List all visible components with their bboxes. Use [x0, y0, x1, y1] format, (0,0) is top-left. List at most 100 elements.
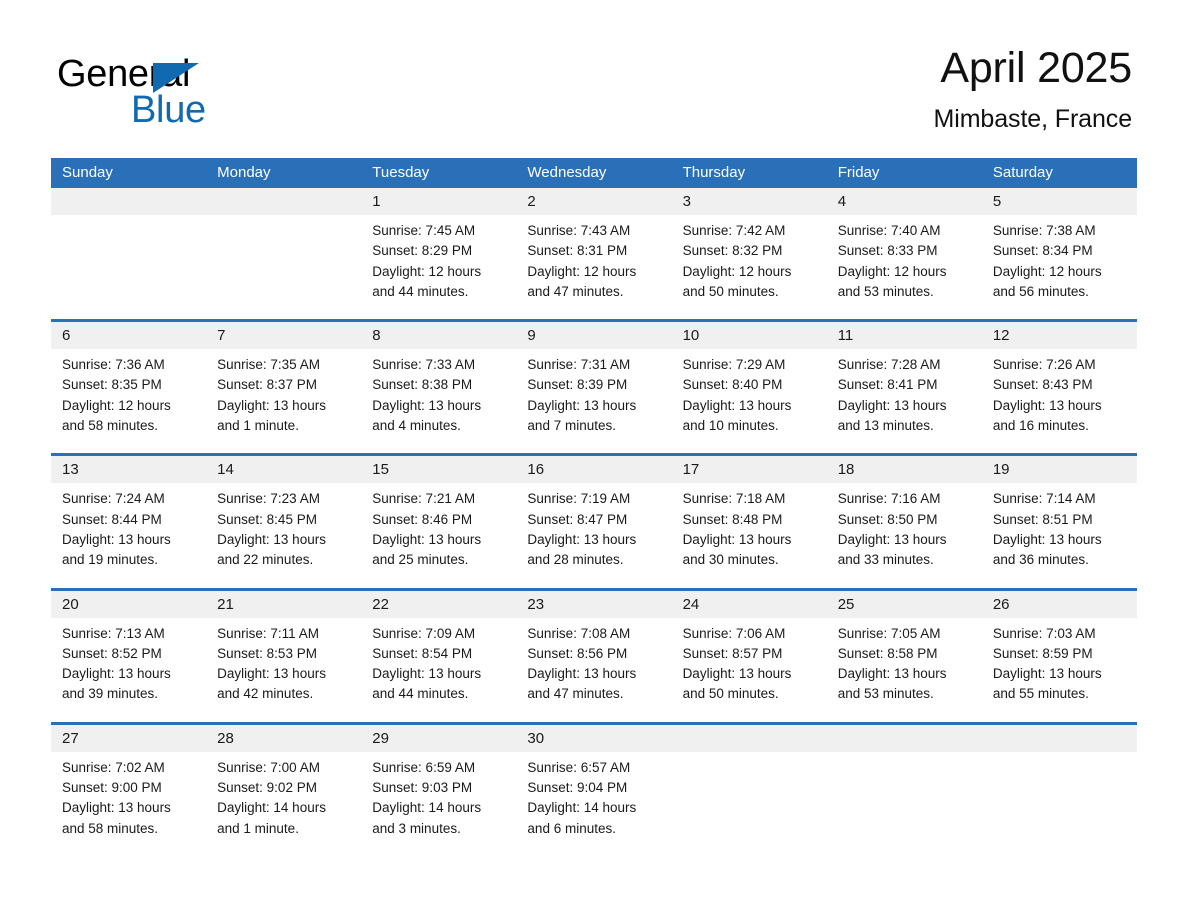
- day-details: Sunrise: 7:38 AM Sunset: 8:34 PM Daylight:…: [982, 215, 1137, 319]
- day-number[interactable]: 26: [982, 591, 1137, 618]
- day-cell[interactable]: Sunrise: 6:59 AM Sunset: 9:03 PM Daylight:…: [361, 752, 516, 856]
- day-number[interactable]: 27: [51, 725, 206, 752]
- sunset-text: Sunset: 9:04 PM: [527, 780, 628, 796]
- day-number[interactable]: 28: [206, 725, 361, 752]
- day-number[interactable]: 20: [51, 591, 206, 618]
- day-cell[interactable]: Sunrise: 7:21 AM Sunset: 8:46 PM Daylight:…: [361, 483, 516, 587]
- day-number[interactable]: 5: [982, 188, 1137, 215]
- logo-text-blue: Blue: [131, 89, 206, 131]
- page-title: April 2025: [940, 44, 1132, 92]
- day-cell-empty: [51, 215, 206, 319]
- calendar-week-cells: Sunrise: 7:13 AM Sunset: 8:52 PM Daylight:…: [51, 618, 1137, 722]
- sunset-text: Sunset: 8:38 PM: [372, 377, 473, 393]
- day-cell[interactable]: Sunrise: 7:40 AM Sunset: 8:33 PM Daylight:…: [827, 215, 982, 319]
- day-cell[interactable]: Sunrise: 7:36 AM Sunset: 8:35 PM Daylight:…: [51, 349, 206, 453]
- day-details: Sunrise: 7:45 AM Sunset: 8:29 PM Daylight:…: [361, 215, 516, 319]
- day-details: Sunrise: 7:42 AM Sunset: 8:32 PM Daylight:…: [672, 215, 827, 319]
- day-cell[interactable]: Sunrise: 7:02 AM Sunset: 9:00 PM Daylight:…: [51, 752, 206, 856]
- day-cell-empty: [982, 752, 1137, 856]
- day-cell[interactable]: Sunrise: 7:23 AM Sunset: 8:45 PM Daylight:…: [206, 483, 361, 587]
- daylight-text: Daylight: 13 hours: [682, 397, 792, 413]
- day-cell[interactable]: Sunrise: 7:11 AM Sunset: 8:53 PM Daylight:…: [206, 618, 361, 722]
- daylight-text-cont: and 47 minutes.: [527, 686, 624, 702]
- day-cell[interactable]: Sunrise: 7:09 AM Sunset: 8:54 PM Daylight:…: [361, 618, 516, 722]
- day-number[interactable]: 25: [827, 591, 982, 618]
- calendar-week-row: 20 21 22 23 24 25 26 Sunrise: 7:13 AM Sunset: 8:…: [51, 587, 1137, 722]
- day-cell[interactable]: Sunrise: 7:29 AM Sunset: 8:40 PM Daylight:…: [672, 349, 827, 453]
- day-cell[interactable]: Sunrise: 7:19 AM Sunset: 8:47 PM Daylight:…: [516, 483, 671, 587]
- day-cell[interactable]: Sunrise: 7:00 AM Sunset: 9:02 PM Daylight:…: [206, 752, 361, 856]
- day-cell[interactable]: Sunrise: 7:45 AM Sunset: 8:29 PM Daylight:…: [361, 215, 516, 319]
- daylight-text-cont: and 30 minutes.: [682, 552, 779, 568]
- calendar-body: 1 2 3 4 5 Sunrise: 7:45 AM Sunset: 8:29 PM Dayl…: [51, 188, 1137, 856]
- day-number[interactable]: 21: [206, 591, 361, 618]
- day-cell[interactable]: Sunrise: 7:38 AM Sunset: 8:34 PM Daylight:…: [982, 215, 1137, 319]
- day-number[interactable]: 11: [827, 322, 982, 349]
- day-number[interactable]: 7: [206, 322, 361, 349]
- day-cell[interactable]: Sunrise: 6:57 AM Sunset: 9:04 PM Daylight:…: [516, 752, 671, 856]
- daylight-text-cont: and 36 minutes.: [992, 552, 1089, 568]
- daylight-text-cont: and 10 minutes.: [682, 418, 779, 434]
- day-number[interactable]: 17: [672, 456, 827, 483]
- day-cell[interactable]: Sunrise: 7:35 AM Sunset: 8:37 PM Daylight:…: [206, 349, 361, 453]
- general-blue-logo[interactable]: General Blue: [57, 52, 317, 134]
- day-details: Sunrise: 7:05 AM Sunset: 8:58 PM Daylight:…: [827, 618, 982, 722]
- day-cell[interactable]: Sunrise: 7:03 AM Sunset: 8:59 PM Daylight:…: [982, 618, 1137, 722]
- daylight-text: Daylight: 13 hours: [837, 531, 947, 547]
- sunrise-text: Sunrise: 7:14 AM: [992, 491, 1096, 507]
- daylight-text-cont: and 25 minutes.: [372, 552, 469, 568]
- day-number[interactable]: 22: [361, 591, 516, 618]
- day-cell[interactable]: Sunrise: 7:08 AM Sunset: 8:56 PM Daylight:…: [516, 618, 671, 722]
- daylight-text-cont: and 47 minutes.: [527, 283, 624, 299]
- calendar-week-cells: Sunrise: 7:24 AM Sunset: 8:44 PM Daylight:…: [51, 483, 1137, 587]
- daylight-text-cont: and 55 minutes.: [992, 686, 1089, 702]
- daylight-text: Daylight: 12 hours: [682, 263, 792, 279]
- day-cell[interactable]: Sunrise: 7:16 AM Sunset: 8:50 PM Daylight:…: [827, 483, 982, 587]
- day-cell[interactable]: Sunrise: 7:43 AM Sunset: 8:31 PM Daylight:…: [516, 215, 671, 319]
- day-cell[interactable]: Sunrise: 7:06 AM Sunset: 8:57 PM Daylight:…: [672, 618, 827, 722]
- day-details: Sunrise: 7:40 AM Sunset: 8:33 PM Daylight:…: [827, 215, 982, 319]
- day-number[interactable]: 9: [516, 322, 671, 349]
- day-number[interactable]: 1: [361, 188, 516, 215]
- day-details: Sunrise: 7:03 AM Sunset: 8:59 PM Daylight:…: [982, 618, 1137, 722]
- day-number-band: 27 28 29 30: [51, 724, 1137, 752]
- day-cell[interactable]: Sunrise: 7:33 AM Sunset: 8:38 PM Daylight:…: [361, 349, 516, 453]
- daylight-text: Daylight: 13 hours: [992, 666, 1102, 682]
- daylight-text: Daylight: 12 hours: [62, 397, 171, 413]
- sunrise-text: Sunrise: 7:26 AM: [992, 357, 1096, 373]
- day-number[interactable]: 12: [982, 322, 1137, 349]
- day-number-empty: [827, 725, 982, 752]
- day-number[interactable]: 13: [51, 456, 206, 483]
- day-number[interactable]: 29: [361, 725, 516, 752]
- day-cell[interactable]: Sunrise: 7:24 AM Sunset: 8:44 PM Daylight:…: [51, 483, 206, 587]
- sunrise-text: Sunrise: 7:11 AM: [217, 625, 319, 641]
- day-number[interactable]: 4: [827, 188, 982, 215]
- daylight-text-cont: and 44 minutes.: [372, 283, 469, 299]
- day-details: Sunrise: 7:28 AM Sunset: 8:41 PM Daylight:…: [827, 349, 982, 453]
- sunset-text: Sunset: 8:43 PM: [992, 377, 1093, 393]
- day-number[interactable]: 10: [672, 322, 827, 349]
- day-cell[interactable]: Sunrise: 7:05 AM Sunset: 8:58 PM Daylight:…: [827, 618, 982, 722]
- day-number[interactable]: 18: [827, 456, 982, 483]
- day-number-band: 12345: [51, 188, 1137, 215]
- day-number[interactable]: 16: [516, 456, 671, 483]
- sunset-text: Sunset: 9:00 PM: [62, 780, 162, 796]
- day-cell[interactable]: Sunrise: 7:26 AM Sunset: 8:43 PM Daylight:…: [982, 349, 1137, 453]
- day-number[interactable]: 3: [672, 188, 827, 215]
- day-number[interactable]: 15: [361, 456, 516, 483]
- day-number[interactable]: 23: [516, 591, 671, 618]
- day-cell[interactable]: Sunrise: 7:14 AM Sunset: 8:51 PM Daylight:…: [982, 483, 1137, 587]
- day-cell[interactable]: Sunrise: 7:13 AM Sunset: 8:52 PM Daylight:…: [51, 618, 206, 722]
- day-number[interactable]: 14: [206, 456, 361, 483]
- day-cell[interactable]: Sunrise: 7:42 AM Sunset: 8:32 PM Daylight:…: [672, 215, 827, 319]
- day-number[interactable]: 2: [516, 188, 671, 215]
- day-number[interactable]: 6: [51, 322, 206, 349]
- day-number[interactable]: 8: [361, 322, 516, 349]
- day-cell[interactable]: Sunrise: 7:31 AM Sunset: 8:39 PM Daylight:…: [516, 349, 671, 453]
- sunset-text: Sunset: 8:52 PM: [62, 645, 162, 661]
- day-number[interactable]: 24: [672, 591, 827, 618]
- day-number[interactable]: 30: [516, 725, 671, 752]
- day-cell[interactable]: Sunrise: 7:28 AM Sunset: 8:41 PM Daylight:…: [827, 349, 982, 453]
- day-number[interactable]: 19: [982, 456, 1137, 483]
- day-cell[interactable]: Sunrise: 7:18 AM Sunset: 8:48 PM Daylight:…: [672, 483, 827, 587]
